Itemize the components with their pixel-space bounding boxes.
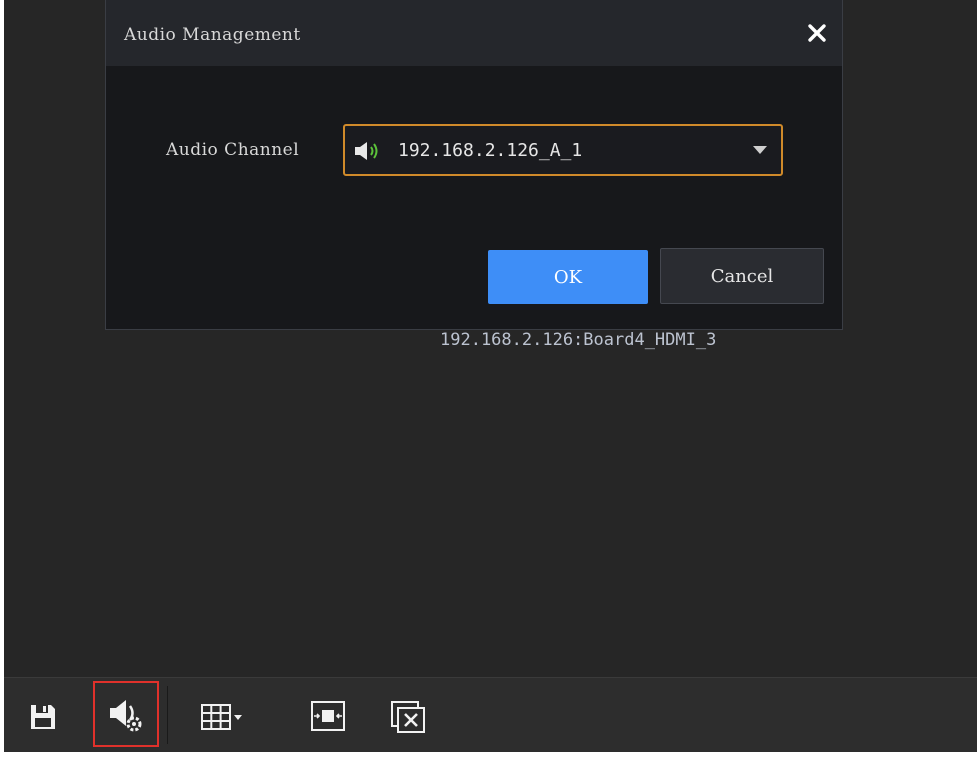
speaker-settings-icon — [110, 700, 142, 732]
audio-channel-label: Audio Channel — [166, 140, 300, 160]
layout-button[interactable] — [194, 678, 264, 753]
dialog-title: Audio Management — [124, 25, 301, 45]
window-bottom-edge — [0, 752, 977, 758]
close-icon[interactable] — [806, 22, 828, 44]
cancel-button[interactable]: Cancel — [660, 248, 824, 304]
fit-window-icon — [311, 701, 345, 731]
dialog-titlebar: Audio Management — [106, 0, 842, 66]
floppy-disk-icon — [31, 705, 55, 729]
audio-channel-select[interactable]: 192.168.2.126_A_1 — [343, 124, 783, 176]
grid-dropdown-icon — [201, 704, 242, 730]
fit-window-button[interactable] — [300, 678, 356, 753]
chevron-down-icon[interactable] — [753, 146, 767, 154]
video-channel-label: 192.168.2.126:Board4_HDMI_3 — [440, 330, 717, 350]
close-window-button[interactable] — [382, 678, 438, 753]
ok-button[interactable]: OK — [488, 250, 648, 304]
bottom-toolbar — [4, 677, 977, 753]
audio-channel-row: Audio Channel 192.168.2.126_A_1 — [106, 124, 842, 178]
audio-management-dialog: Audio Management Audio Channel 192.168.2… — [105, 0, 843, 330]
close-window-icon — [391, 701, 425, 733]
toolbar-divider — [167, 686, 168, 744]
main-canvas: Audio Management Audio Channel 192.168.2… — [4, 0, 977, 758]
speaker-icon — [355, 142, 378, 160]
audio-management-button[interactable] — [93, 681, 159, 747]
save-button[interactable] — [18, 678, 68, 753]
audio-channel-value: 192.168.2.126_A_1 — [398, 140, 583, 161]
